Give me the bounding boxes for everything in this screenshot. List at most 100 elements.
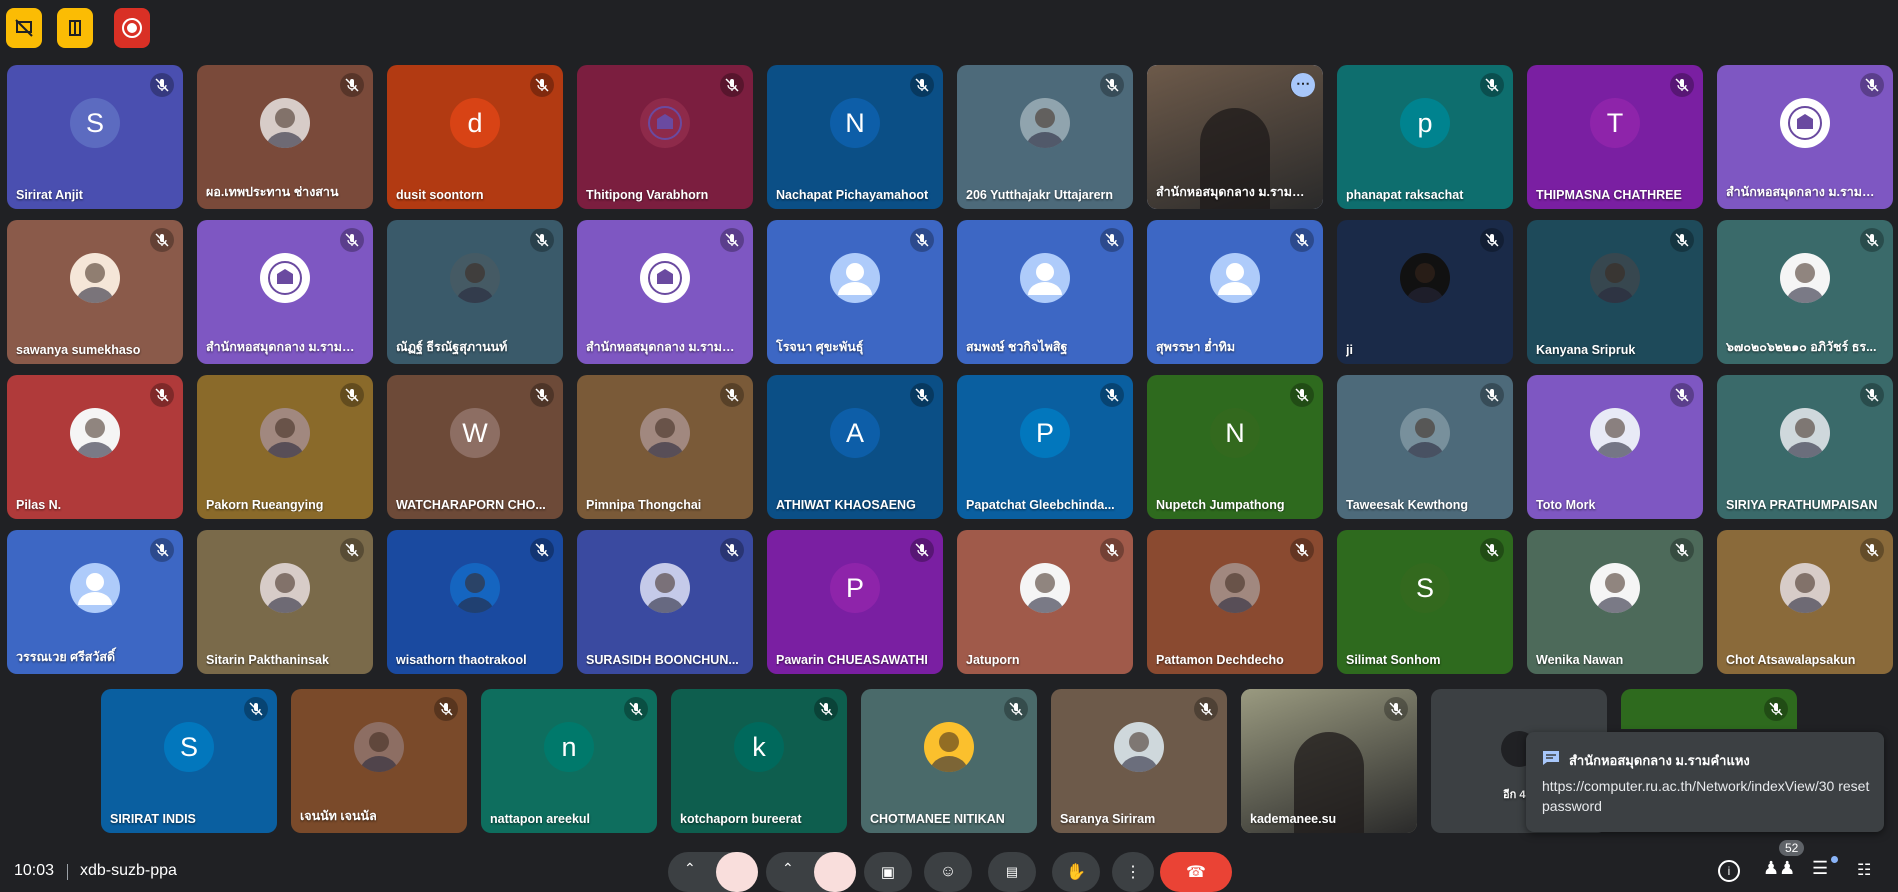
participant-tile[interactable]: Pilas N.: [7, 375, 183, 519]
participant-tile[interactable]: สมพงษ์ ชวกิจไพสิฐ: [957, 220, 1133, 364]
participant-avatar: [450, 563, 500, 613]
participant-avatar: [924, 722, 974, 772]
participant-tile[interactable]: Thitipong Varabhorn: [577, 65, 753, 209]
participant-avatar: [1210, 253, 1260, 303]
participant-tile[interactable]: S Sirirat Anjit: [7, 65, 183, 209]
chat-button[interactable]: ☰: [1812, 856, 1838, 880]
participant-tile[interactable]: Saranya Siriram: [1051, 689, 1227, 833]
participant-tile[interactable]: SIRIYA PRATHUMPAISAN: [1717, 375, 1893, 519]
participant-tile[interactable]: วรรณเวย ศรีสวัสดิ์: [7, 530, 183, 674]
participant-tile[interactable]: Jatuporn: [957, 530, 1133, 674]
mic-muted-indicator: [1480, 73, 1504, 97]
participant-tile[interactable]: โรจนา ศุขะพันธุ์: [767, 220, 943, 364]
more-options-icon: ⋮: [1125, 864, 1141, 881]
participant-tile[interactable]: [1621, 689, 1797, 729]
participant-tile[interactable]: sawanya sumekhaso: [7, 220, 183, 364]
participant-tile[interactable]: d dusit soontorn: [387, 65, 563, 209]
participant-tile[interactable]: ผอ.เทพประทาน ช่างสาน: [197, 65, 373, 209]
participant-tile[interactable]: Toto Mork: [1527, 375, 1703, 519]
participant-tile[interactable]: SURASIDH BOONCHUN...: [577, 530, 753, 674]
building-button[interactable]: [57, 8, 93, 48]
chat-message: https://computer.ru.ac.th/Network/indexV…: [1542, 778, 1870, 814]
mic-muted-indicator: [1480, 228, 1504, 252]
participant-tile[interactable]: Wenika Nawan: [1527, 530, 1703, 674]
mic-muted-indicator: [530, 73, 554, 97]
participant-tile[interactable]: Pakorn Rueangying: [197, 375, 373, 519]
photo-avatar-icon: [266, 418, 304, 458]
avatar-initial: S: [85, 107, 104, 138]
participant-tile[interactable]: เจนนัท เจนนัล: [291, 689, 467, 833]
participant-name: Pakorn Rueangying: [206, 498, 324, 512]
participant-name: THIPMASNA CHATHREE: [1536, 188, 1682, 202]
participant-tile[interactable]: Sitarin Pakthaninsak: [197, 530, 373, 674]
chat-notification[interactable]: สำนักหอสมุดกลาง ม.รามคำแหง https://compu…: [1526, 732, 1884, 832]
participant-tile[interactable]: n nattapon areekul: [481, 689, 657, 833]
participant-tile[interactable]: 206 Yutthajakr Uttajarern: [957, 65, 1133, 209]
no-share-button[interactable]: [6, 8, 42, 48]
emoji-button[interactable]: ☺: [924, 852, 972, 892]
mic-off-icon: [1009, 702, 1023, 716]
participant-tile[interactable]: ณัฏฐ์ ธีรณัฐสุภานนท์: [387, 220, 563, 364]
mic-muted-indicator: [1860, 383, 1884, 407]
participant-tile[interactable]: P Papatchat Gleebchinda...: [957, 375, 1133, 519]
participant-tile[interactable]: T THIPMASNA CHATHREE: [1527, 65, 1703, 209]
participant-tile[interactable]: Pattamon Dechdecho: [1147, 530, 1323, 674]
participant-tile[interactable]: A ATHIWAT KHAOSAENG: [767, 375, 943, 519]
apps-button[interactable]: ☷: [1857, 860, 1881, 882]
participant-tile[interactable]: Taweesak Kewthong: [1337, 375, 1513, 519]
participant-tile[interactable]: W WATCHARAPORN CHO...: [387, 375, 563, 519]
participant-tile[interactable]: สำนักหอสมุดกลาง ม.รามคำ... ⋯: [1147, 65, 1323, 209]
participant-tile[interactable]: S Silimat Sonhom: [1337, 530, 1513, 674]
participant-tile[interactable]: Kanyana Sripruk: [1527, 220, 1703, 364]
mic-off-icon: [1389, 702, 1403, 716]
participant-tile[interactable]: P Pawarin CHUEASAWATHI: [767, 530, 943, 674]
participant-tile[interactable]: Pimnipa Thongchai: [577, 375, 753, 519]
mic-off-icon: [439, 702, 453, 716]
participant-tile[interactable]: wisathorn thaotrakool: [387, 530, 563, 674]
mic-off-icon: [155, 388, 169, 402]
mic-off-icon: [1675, 388, 1689, 402]
avatar-initial: N: [845, 107, 865, 138]
participant-name: Kanyana Sripruk: [1536, 343, 1636, 357]
more-options-button[interactable]: ⋮: [1112, 852, 1154, 892]
tile-more-options-button[interactable]: ⋯: [1291, 73, 1315, 97]
participant-tile[interactable]: p phanapat raksachat: [1337, 65, 1513, 209]
participant-tile[interactable]: สำนักหอสมุดกลาง ม.รามคำ...: [1717, 65, 1893, 209]
participant-tile[interactable]: S SIRIRAT INDIS: [101, 689, 277, 833]
mic-muted-indicator: [1100, 228, 1124, 252]
info-button[interactable]: i: [1718, 860, 1742, 884]
participant-tile[interactable]: CHOTMANEE NITIKAN: [861, 689, 1037, 833]
participant-tile[interactable]: N Nachapat Pichayamahoot: [767, 65, 943, 209]
participant-avatar: [830, 253, 880, 303]
participant-tile[interactable]: Chot Atsawalapsakun: [1717, 530, 1893, 674]
mic-off-icon: [725, 233, 739, 247]
participant-tile[interactable]: สุพรรษา ฮ่ำทิม: [1147, 220, 1323, 364]
captions-button[interactable]: ▤: [988, 852, 1036, 892]
participant-tile[interactable]: N Nupetch Jumpathong: [1147, 375, 1323, 519]
people-button[interactable]: ♟♟: [1763, 858, 1795, 880]
participant-name: nattapon areekul: [490, 812, 591, 826]
photo-avatar-icon: [1026, 108, 1064, 148]
present-button[interactable]: ▣: [864, 852, 912, 892]
mic-muted-indicator: [1004, 697, 1028, 721]
record-button[interactable]: [114, 8, 150, 48]
mic-muted-indicator: [530, 383, 554, 407]
participant-tile[interactable]: k kotchaporn bureerat: [671, 689, 847, 833]
participant-tile[interactable]: kademanee.su: [1241, 689, 1417, 833]
participant-tile[interactable]: ji: [1337, 220, 1513, 364]
participant-avatar: [1590, 253, 1640, 303]
participant-avatar: A: [830, 408, 880, 458]
participant-avatar: d: [450, 98, 500, 148]
chat-sender: สำนักหอสมุดกลาง ม.รามคำแหง: [1569, 753, 1750, 768]
mic-options-button[interactable]: ⌃: [668, 852, 758, 892]
participant-tile[interactable]: สำนักหอสมุดกลาง ม.รามคำ...: [577, 220, 753, 364]
participant-name: Sitarin Pakthaninsak: [206, 653, 329, 667]
mic-off-icon: [1105, 233, 1119, 247]
leave-call-button[interactable]: ☎: [1160, 852, 1232, 892]
participant-name: Silimat Sonhom: [1346, 653, 1441, 667]
raise-hand-button[interactable]: ✋: [1052, 852, 1100, 892]
camera-options-button[interactable]: ⌃: [766, 852, 856, 892]
mic-muted-indicator: [1100, 538, 1124, 562]
participant-tile[interactable]: สำนักหอสมุดกลาง ม.รามคำ...: [197, 220, 373, 364]
participant-tile[interactable]: ๖๗๐๒๐๖๒๒๑๐ อภิวัชร์ ธร...: [1717, 220, 1893, 364]
